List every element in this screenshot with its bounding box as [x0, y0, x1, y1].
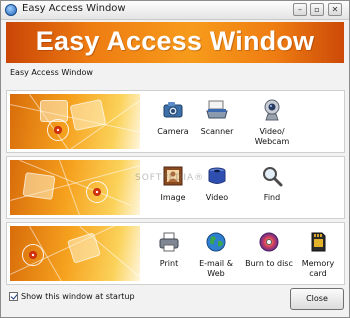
- title-bar[interactable]: Easy Access Window – ▫ ✕: [1, 1, 349, 20]
- print-label: Print: [159, 259, 179, 268]
- scanner-icon: [206, 99, 228, 121]
- email-web-tool[interactable]: E-mail & Web: [190, 231, 242, 279]
- app-icon: [5, 4, 17, 16]
- panel-artwork-capture: [10, 94, 140, 149]
- memory-card-icon: [307, 231, 329, 253]
- minimize-button[interactable]: –: [293, 3, 307, 16]
- header-banner: Easy Access Window: [6, 22, 344, 63]
- scanner-label: Scanner: [200, 127, 234, 136]
- media-panel: Image Video Find: [6, 156, 345, 219]
- video-label: Video: [205, 193, 229, 202]
- print-tool[interactable]: Print: [143, 231, 195, 269]
- capture-panel: Camera Scanner Video/ Webcam: [6, 90, 345, 153]
- camera-icon: [162, 99, 184, 121]
- burn-to-disc-tool[interactable]: Burn to disc: [243, 231, 295, 269]
- globe-icon: [205, 231, 227, 253]
- find-label: Find: [263, 193, 281, 202]
- output-panel: Print E-mail & Web Burn to disc Memory c…: [6, 222, 345, 285]
- window-title: Easy Access Window: [22, 3, 126, 14]
- printer-icon: [158, 231, 180, 253]
- show-at-startup-checkbox[interactable]: [9, 292, 18, 301]
- webcam-label: Video/ Webcam: [254, 127, 290, 146]
- scanner-tool[interactable]: Scanner: [191, 99, 243, 137]
- webcam-icon: [261, 99, 283, 121]
- memory-card-tool[interactable]: Memory card: [292, 231, 344, 279]
- find-icon: [261, 165, 283, 187]
- video-tool[interactable]: Video: [191, 165, 243, 203]
- video-icon: [206, 165, 228, 187]
- webcam-tool[interactable]: Video/ Webcam: [246, 99, 298, 147]
- maximize-button[interactable]: ▫: [310, 3, 324, 16]
- panel-artwork-output: [10, 226, 140, 281]
- close-window-button[interactable]: ✕: [328, 3, 342, 16]
- startup-option[interactable]: Show this window at startup: [9, 292, 135, 301]
- memory-card-label: Memory card: [301, 259, 335, 278]
- burn-to-disc-label: Burn to disc: [245, 259, 293, 268]
- email-web-label: E-mail & Web: [199, 259, 233, 278]
- easy-access-window: Easy Access Window – ▫ ✕ Easy Access Win…: [0, 0, 350, 318]
- startup-label: Show this window at startup: [21, 292, 135, 301]
- disc-icon: [258, 231, 280, 253]
- banner-title: Easy Access Window: [35, 26, 315, 56]
- find-tool[interactable]: Find: [246, 165, 298, 203]
- close-button[interactable]: Close: [290, 288, 344, 310]
- softpedia-watermark: SOFTPEDIA®: [135, 173, 205, 183]
- panel-artwork-media: [10, 160, 140, 215]
- section-label: Easy Access Window: [10, 68, 93, 77]
